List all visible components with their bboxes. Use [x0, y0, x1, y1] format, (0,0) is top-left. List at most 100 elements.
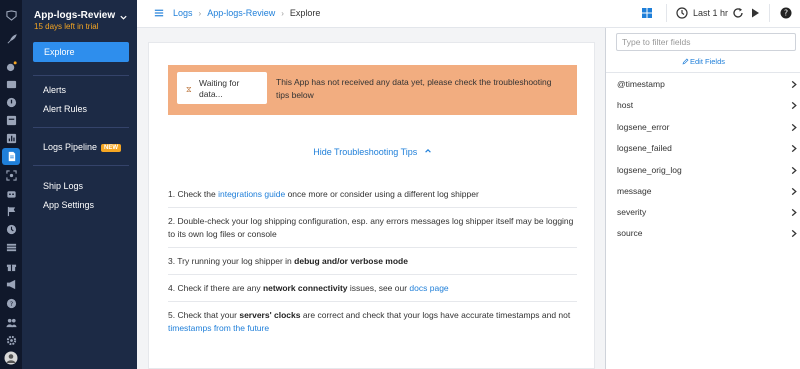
- tip-text: 1. Check the: [168, 189, 219, 199]
- announcement-icon[interactable]: [5, 278, 17, 290]
- tip-item: 4. Check if there are any network connec…: [168, 274, 577, 301]
- tip-emphasis: network connectivity: [262, 283, 348, 293]
- breadcrumb-logs[interactable]: Logs: [173, 8, 193, 18]
- chevron-right-icon: [791, 229, 797, 238]
- fields-divider: [606, 72, 800, 73]
- tip-text: 4. Check if there are any: [168, 283, 263, 293]
- tip-emphasis: servers' clocks: [239, 310, 301, 320]
- menu-item-alert-rules[interactable]: Alert Rules: [43, 104, 87, 114]
- apps-icon[interactable]: [5, 132, 17, 144]
- menu-item-label: Logs Pipeline: [43, 142, 98, 152]
- clock-icon[interactable]: [5, 223, 17, 235]
- no-data-banner: ⧖ Waiting for data... This App has not r…: [168, 65, 577, 115]
- user-avatar[interactable]: [4, 351, 18, 365]
- chevron-right-icon: [791, 80, 797, 89]
- help-icon[interactable]: ?: [780, 7, 792, 19]
- field-row-timestamp[interactable]: @timestamp: [606, 74, 800, 95]
- tip-item: 2. Double-check your log shipping config…: [168, 207, 577, 247]
- gift-icon[interactable]: [5, 260, 17, 272]
- filter-fields-input[interactable]: [616, 33, 796, 51]
- chevron-right-icon: [791, 187, 797, 196]
- field-row-source[interactable]: source: [606, 223, 800, 244]
- docs-page-link[interactable]: docs page: [409, 283, 448, 293]
- monitoring-icon[interactable]: [5, 78, 17, 90]
- toolbar-divider: [666, 4, 667, 22]
- toggle-label: Hide Troubleshooting Tips: [313, 147, 418, 157]
- tip-text: 3. Try running your log shipper in: [168, 256, 295, 266]
- chevron-up-icon: [424, 149, 431, 153]
- settings-icon[interactable]: [5, 334, 17, 346]
- tip-item: 3. Try running your log shipper in debug…: [168, 247, 577, 274]
- help-icon[interactable]: ?: [5, 297, 17, 309]
- waiting-status: ⧖ Waiting for data...: [177, 72, 267, 104]
- menu-icon[interactable]: [154, 8, 164, 18]
- breadcrumb-app[interactable]: App-logs-Review: [207, 8, 275, 18]
- team-icon[interactable]: [5, 316, 17, 328]
- svg-text:?: ?: [9, 299, 12, 307]
- rocket-icon[interactable]: [5, 33, 17, 45]
- time-range-selector[interactable]: Last 1 hr: [693, 8, 728, 18]
- tip-emphasis: debug and/or verbose mode: [294, 256, 408, 266]
- menu-item-explore[interactable]: Explore: [33, 42, 129, 62]
- scan-icon[interactable]: [5, 169, 17, 181]
- field-row-severity[interactable]: severity: [606, 202, 800, 223]
- waiting-text: Waiting for data...: [199, 78, 240, 99]
- banner-message: This App has not received any data yet, …: [276, 77, 552, 100]
- field-row-host[interactable]: host: [606, 95, 800, 116]
- field-row-message[interactable]: message: [606, 181, 800, 202]
- field-row-logsene-failed[interactable]: logsene_failed: [606, 138, 800, 159]
- app-name[interactable]: App-logs-Review: [34, 10, 115, 21]
- new-badge: NEW: [101, 144, 122, 152]
- edit-fields-label: Edit Fields: [689, 57, 725, 66]
- inbox-icon[interactable]: [5, 114, 17, 126]
- menu-item-app-settings[interactable]: App Settings: [43, 200, 94, 210]
- dashboard-icon[interactable]: [641, 7, 653, 19]
- field-label: logsene_error: [617, 122, 670, 132]
- tip-text: are correct and check that your logs hav…: [300, 310, 571, 320]
- tip-text: 5. Check that your: [168, 310, 240, 320]
- chevron-right-icon: [791, 208, 797, 217]
- field-label: logsene_failed: [617, 143, 672, 153]
- integrations-guide-link[interactable]: integrations guide: [218, 189, 285, 199]
- menu-divider: [33, 165, 129, 166]
- field-row-logsene-orig-log[interactable]: logsene_orig_log: [606, 160, 800, 181]
- chevron-right-icon: [791, 144, 797, 153]
- integrations-icon[interactable]: [5, 241, 17, 253]
- menu-item-logs-pipeline[interactable]: Logs Pipeline NEW: [43, 142, 122, 152]
- refresh-icon[interactable]: [732, 7, 744, 19]
- top-bar: Logs › App-logs-Review › Explore Last 1 …: [137, 0, 800, 28]
- logs-icon[interactable]: [2, 148, 20, 165]
- edit-fields-link[interactable]: Edit Fields: [606, 57, 800, 66]
- tip-text: issues, see our: [347, 283, 410, 293]
- monitoring-icon[interactable]: [5, 60, 17, 72]
- logo-icon[interactable]: [5, 9, 17, 21]
- tip-text: once more or consider using a different …: [285, 189, 479, 199]
- tip-item: 5. Check that your servers' clocks are c…: [168, 301, 577, 341]
- bot-icon[interactable]: [5, 187, 17, 199]
- menu-item-alerts[interactable]: Alerts: [43, 85, 66, 95]
- trial-notice: 15 days left in trial: [34, 22, 99, 31]
- troubleshooting-tips-list: 1. Check the integrations guide once mor…: [168, 181, 577, 341]
- pencil-icon: [682, 58, 689, 65]
- chevron-right-icon: [791, 123, 797, 132]
- content-panel: ⧖ Waiting for data... This App has not r…: [148, 42, 595, 369]
- field-row-logsene-error[interactable]: logsene_error: [606, 117, 800, 138]
- menu-item-ship-logs[interactable]: Ship Logs: [43, 181, 83, 191]
- field-label: logsene_orig_log: [617, 165, 682, 175]
- breadcrumb-current: Explore: [289, 8, 321, 18]
- chevron-right-icon: [791, 101, 797, 110]
- hide-troubleshooting-tips-toggle[interactable]: Hide Troubleshooting Tips: [149, 147, 596, 157]
- field-label: source: [617, 228, 643, 238]
- clock-icon[interactable]: [676, 7, 688, 19]
- flag-icon[interactable]: [5, 205, 17, 217]
- toolbar-divider: [769, 4, 770, 22]
- chevron-right-icon: [791, 166, 797, 175]
- menu-divider: [33, 75, 129, 76]
- alert-icon[interactable]: [5, 96, 17, 108]
- timestamps-future-link[interactable]: timestamps from the future: [168, 323, 269, 333]
- chevron-down-icon[interactable]: [119, 13, 128, 22]
- play-icon[interactable]: [749, 7, 761, 19]
- tip-item: 1. Check the integrations guide once mor…: [168, 181, 577, 207]
- breadcrumb: Logs › App-logs-Review › Explore: [154, 8, 320, 18]
- menu-divider: [33, 127, 129, 128]
